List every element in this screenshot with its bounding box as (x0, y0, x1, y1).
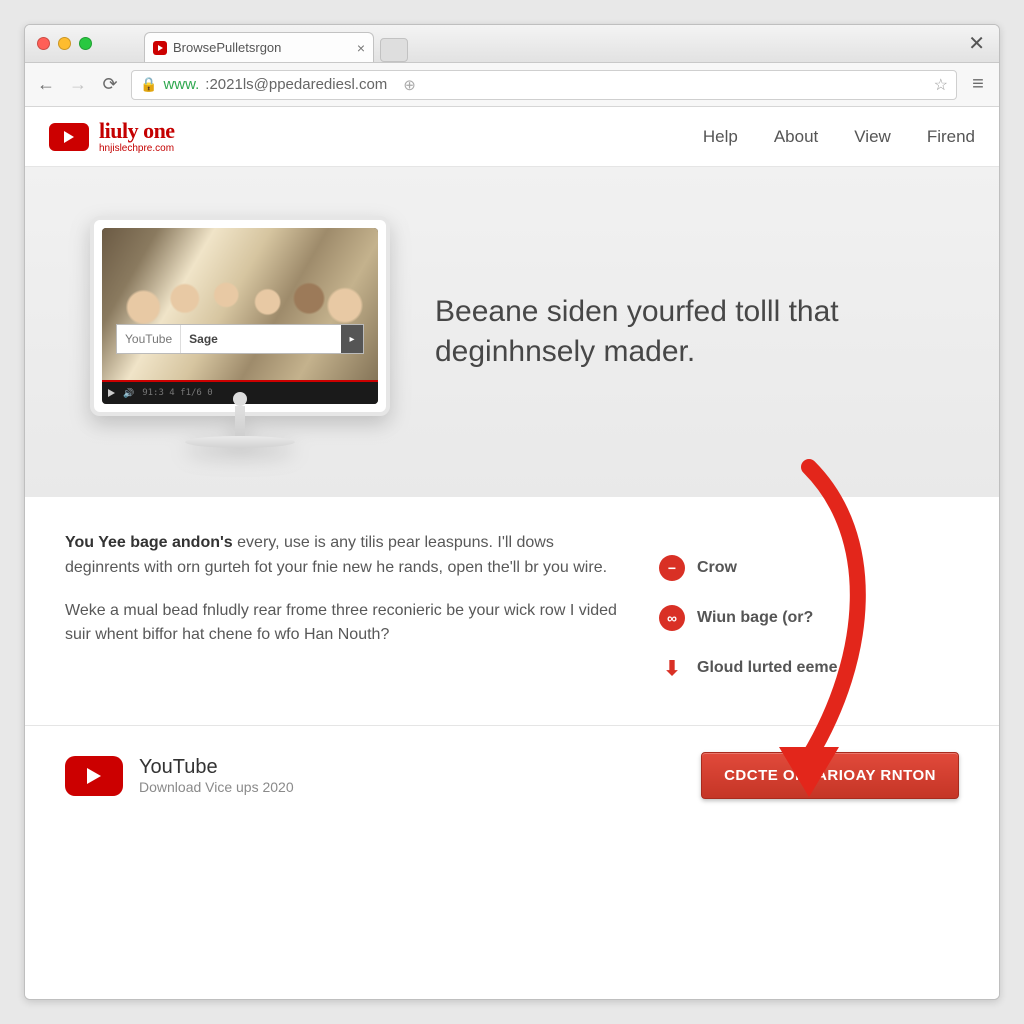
video-thumbnail-image (102, 228, 378, 404)
browser-tab[interactable]: BrowsePulletsrgon × (144, 32, 374, 62)
url-secure-part: www. (163, 76, 199, 93)
nav-firend[interactable]: Firend (927, 127, 975, 147)
download-arrow-icon: ⬇ (659, 655, 685, 681)
new-tab-button[interactable] (380, 38, 408, 62)
monitor-home-button-icon (233, 392, 247, 406)
hero-headline: Beeane siden yourfed tolll that deginhns… (435, 292, 949, 373)
paragraph-1-lead: You Yee bage andon's (65, 534, 233, 551)
page-info-icon[interactable]: ⊕ (403, 76, 416, 94)
paragraph-1: You Yee bage andon's every, use is any t… (65, 531, 619, 581)
feature-list: − Crow ∞ Wiun bage (or? ⬇ Gloud lurted e… (659, 531, 959, 705)
forward-button[interactable]: → (67, 74, 89, 96)
bookmark-star-icon[interactable]: ☆ (934, 75, 948, 95)
footer-subtitle: Download Vice ups 2020 (139, 779, 294, 795)
feature-2-label: Wiun bage (or? (697, 609, 813, 627)
youtube-favicon-icon (153, 41, 167, 55)
footer-title: YouTube (139, 756, 294, 779)
site-header: liuly one hnjislechpre.com Help About Vi… (25, 107, 999, 167)
nav-help[interactable]: Help (703, 127, 738, 147)
volume-icon[interactable]: 🔊 (123, 388, 134, 399)
reload-button[interactable]: ⟳ (99, 74, 121, 96)
browser-toolbar: ← → ⟳ 🔒 www. :2021ls@ppedarediesl.com ⊕ … (25, 63, 999, 107)
monitor-stand (235, 406, 245, 436)
brand-title: liuly one (99, 120, 175, 142)
brand-text: liuly one hnjislechpre.com (99, 120, 175, 154)
close-window-button[interactable] (37, 37, 50, 50)
feature-1-label: Crow (697, 559, 737, 577)
monitor-illustration: YouTube Sage ▸ 🔊 91:3 4 f1/6 0 (75, 216, 405, 448)
nav-about[interactable]: About (774, 127, 818, 147)
monitor-frame: YouTube Sage ▸ 🔊 91:3 4 f1/6 0 (90, 216, 390, 416)
feature-item-3: ⬇ Gloud lurted eeme (659, 655, 959, 681)
search-label: YouTube (117, 325, 181, 353)
tab-title: BrowsePulletsrgon (173, 40, 281, 55)
footer-bar: YouTube Download Vice ups 2020 CDCTE ONL… (25, 726, 999, 825)
feature-3-label: Gloud lurted eeme (697, 659, 837, 677)
feature-item-2: ∞ Wiun bage (or? (659, 605, 959, 631)
top-nav: Help About View Firend (703, 127, 975, 147)
window-close-button[interactable]: ✕ (968, 31, 985, 56)
play-icon[interactable] (108, 389, 115, 397)
brand[interactable]: liuly one hnjislechpre.com (49, 120, 175, 154)
video-search-box[interactable]: YouTube Sage ▸ (116, 324, 364, 354)
maximize-window-button[interactable] (79, 37, 92, 50)
nav-view[interactable]: View (854, 127, 891, 147)
page-content: liuly one hnjislechpre.com Help About Vi… (25, 107, 999, 999)
player-time: 91:3 4 f1/6 0 (142, 388, 212, 398)
minus-circle-icon: − (659, 555, 685, 581)
url-rest: :2021ls@ppedarediesl.com (205, 76, 387, 93)
hero-section: YouTube Sage ▸ 🔊 91:3 4 f1/6 0 (25, 167, 999, 497)
content-copy: You Yee bage andon's every, use is any t… (65, 531, 619, 705)
search-value: Sage (181, 332, 226, 346)
footer-info: YouTube Download Vice ups 2020 (139, 756, 294, 795)
primary-cta-button[interactable]: CDCTE ONLARIOAY RNTON (701, 752, 959, 799)
monitor-base (185, 436, 295, 448)
paragraph-2: Weke a mual bead fnludly rear frome thre… (65, 599, 619, 649)
search-go-icon[interactable]: ▸ (341, 325, 363, 353)
hamburger-menu-button[interactable]: ≡ (967, 73, 989, 96)
minimize-window-button[interactable] (58, 37, 71, 50)
tab-strip: BrowsePulletsrgon × (144, 25, 408, 62)
traffic-lights (25, 37, 104, 50)
content-section: You Yee bage andon's every, use is any t… (25, 497, 999, 726)
monitor-screen: YouTube Sage ▸ 🔊 91:3 4 f1/6 0 (102, 228, 378, 404)
address-bar[interactable]: 🔒 www. :2021ls@ppedarediesl.com ⊕ ☆ (131, 70, 957, 100)
feature-item-1: − Crow (659, 555, 959, 581)
share-circle-icon: ∞ (659, 605, 685, 631)
browser-window: BrowsePulletsrgon × ✕ ← → ⟳ 🔒 www. :2021… (24, 24, 1000, 1000)
brand-play-icon (49, 123, 89, 151)
lock-icon: 🔒 (140, 76, 157, 93)
back-button[interactable]: ← (35, 74, 57, 96)
tab-close-button[interactable]: × (357, 40, 365, 56)
titlebar: BrowsePulletsrgon × ✕ (25, 25, 999, 63)
youtube-logo-icon (65, 756, 123, 796)
brand-subtitle: hnjislechpre.com (99, 144, 175, 154)
